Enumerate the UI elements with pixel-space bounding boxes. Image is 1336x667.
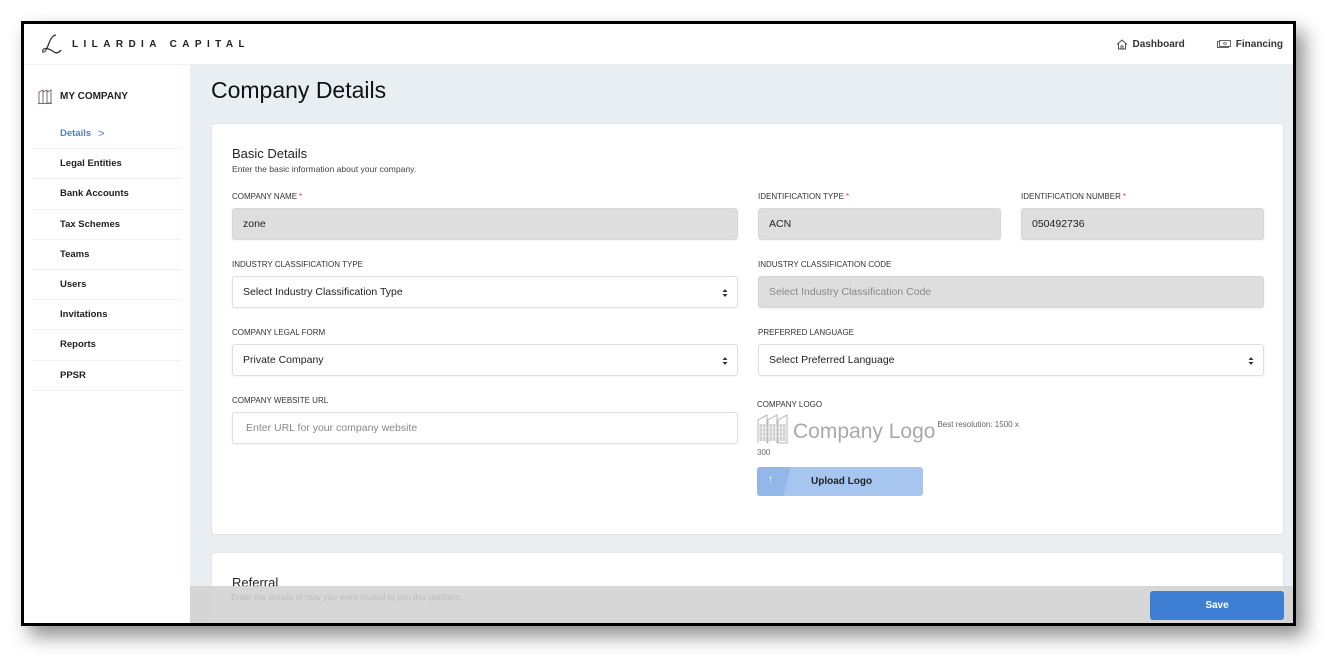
website-input[interactable] [243, 422, 737, 434]
nav-financing[interactable]: Financing [1216, 38, 1283, 50]
industry-code-value: Select Industry Classification Code [769, 286, 932, 298]
identification-number-label: IDENTIFICATION NUMBER [1021, 192, 1121, 201]
sidebar-header: MY COMPANY [38, 87, 190, 105]
select-arrows-icon [722, 289, 728, 297]
select-arrows-icon [1248, 357, 1254, 365]
identification-number-input[interactable]: 050492736 [1021, 208, 1264, 240]
top-bar: LILARDIA CAPITAL Dashboard Financing [24, 24, 1293, 65]
industry-type-label: INDUSTRY CLASSIFICATION TYPE [232, 260, 363, 269]
sidebar-item-teams[interactable]: Teams [32, 240, 182, 270]
factory-buildings-icon [757, 414, 788, 444]
sidebar-item-label: Details [60, 128, 92, 140]
identification-number-field: IDENTIFICATION NUMBER * 050492736 [1021, 192, 1264, 240]
company-logo-placeholder: Company Logo [793, 420, 936, 443]
preferred-language-value: Select Preferred Language [769, 354, 895, 366]
chevron-right-icon: > [98, 127, 105, 140]
select-arrows-icon [722, 357, 728, 365]
save-button[interactable]: Save [1150, 591, 1284, 620]
upload-arrow-icon: ↑ [768, 474, 773, 485]
legal-form-field: COMPANY LEGAL FORM Private Company [232, 328, 738, 376]
industry-code-label: INDUSTRY CLASSIFICATION CODE [758, 260, 892, 269]
industry-type-value: Select Industry Classification Type [243, 286, 403, 298]
nav-dashboard-label: Dashboard [1132, 38, 1185, 50]
sidebar-item-reports[interactable]: Reports [32, 330, 182, 361]
nav-dashboard[interactable]: Dashboard [1116, 39, 1185, 50]
preferred-language-field: PREFERRED LANGUAGE Select Preferred Lang… [758, 328, 1264, 376]
sidebar-item-invitations[interactable]: Invitations [32, 300, 182, 331]
home-icon [1116, 38, 1127, 49]
basic-details-title: Basic Details [232, 146, 308, 161]
website-label: COMPANY WEBSITE URL [232, 396, 329, 405]
basic-details-card: Basic Details Enter the basic informatio… [211, 123, 1284, 535]
industry-code-select[interactable]: Select Industry Classification Code [758, 276, 1264, 308]
brand-logo[interactable]: LILARDIA CAPITAL [40, 33, 250, 55]
sidebar-menu: Details > Legal Entities Bank Accounts T… [32, 119, 182, 391]
legal-form-value: Private Company [243, 354, 324, 366]
top-nav: Dashboard Financing [1084, 39, 1283, 50]
identification-type-label: IDENTIFICATION TYPE [758, 192, 844, 201]
sidebar-item-users[interactable]: Users [32, 270, 182, 301]
industry-type-select[interactable]: Select Industry Classification Type [232, 276, 738, 308]
upload-logo-label: Upload Logo [811, 476, 873, 487]
nav-financing-label: Financing [1235, 38, 1283, 50]
sidebar-item-details[interactable]: Details > [32, 119, 182, 150]
legal-form-select[interactable]: Private Company [232, 344, 738, 376]
app-window: LILARDIA CAPITAL Dashboard Financing MY … [21, 21, 1296, 626]
identification-type-input[interactable]: ACN [758, 208, 1001, 240]
required-marker: * [845, 192, 850, 201]
company-name-field: COMPANY NAME * zone [232, 192, 738, 240]
main-content: Company Details Basic Details Enter the … [190, 65, 1293, 623]
sidebar-item-tax-schemes[interactable]: Tax Schemes [32, 210, 182, 240]
company-logo-label: COMPANY LOGO [757, 400, 823, 409]
sidebar-header-label: MY COMPANY [60, 90, 128, 102]
industry-type-field: INDUSTRY CLASSIFICATION TYPE Select Indu… [232, 260, 738, 308]
sidebar-item-label: Invitations [60, 309, 108, 321]
sidebar-item-label: Reports [60, 339, 96, 351]
sidebar-item-bank-accounts[interactable]: Bank Accounts [32, 179, 182, 210]
page-title: Company Details [211, 77, 387, 103]
legal-form-label: COMPANY LEGAL FORM [232, 328, 326, 337]
company-name-value: zone [243, 218, 266, 230]
industry-code-field: INDUSTRY CLASSIFICATION CODE Select Indu… [758, 260, 1264, 308]
required-marker: * [1122, 192, 1126, 201]
company-logo-field: COMPANY LOGO Company Logo Best resolutio… [757, 400, 1057, 496]
identification-type-field: IDENTIFICATION TYPE * ACN [758, 192, 1001, 240]
referral-subtitle: Enter the details of how you were invite… [231, 592, 463, 602]
brand-script-l-icon [42, 34, 62, 54]
sidebar-item-label: PPSR [60, 369, 86, 381]
identification-type-value: ACN [769, 218, 792, 230]
preferred-language-label: PREFERRED LANGUAGE [758, 328, 855, 337]
brand-name: LILARDIA CAPITAL [72, 38, 251, 50]
sidebar-item-label: Legal Entities [60, 158, 122, 170]
preferred-language-select[interactable]: Select Preferred Language [758, 344, 1264, 376]
company-name-label: COMPANY NAME [232, 192, 298, 201]
building-icon [38, 88, 52, 104]
website-field: COMPANY WEBSITE URL [232, 396, 738, 444]
sidebar-item-label: Users [60, 279, 87, 291]
logo-resolution-hint-cont: 300 [757, 448, 771, 457]
company-name-input[interactable]: zone [232, 208, 738, 240]
logo-resolution-hint: Best resolution: 1500 x [937, 420, 1019, 429]
sidebar-item-label: Tax Schemes [60, 218, 121, 230]
required-marker: * [299, 192, 303, 201]
sidebar: MY COMPANY Details > Legal Entities Bank… [24, 65, 190, 623]
identification-number-value: 050492736 [1032, 218, 1085, 230]
sidebar-item-label: Bank Accounts [60, 188, 129, 200]
upload-logo-button[interactable]: ↑ Upload Logo [757, 467, 923, 496]
footer-action-bar: Enter the details of how you were invite… [190, 586, 1293, 623]
sidebar-item-label: Teams [60, 248, 90, 260]
sidebar-item-ppsr[interactable]: PPSR [32, 361, 182, 391]
money-icon [1216, 39, 1231, 48]
basic-details-subtitle: Enter the basic information about your c… [232, 164, 417, 174]
sidebar-item-legal-entities[interactable]: Legal Entities [32, 149, 182, 180]
